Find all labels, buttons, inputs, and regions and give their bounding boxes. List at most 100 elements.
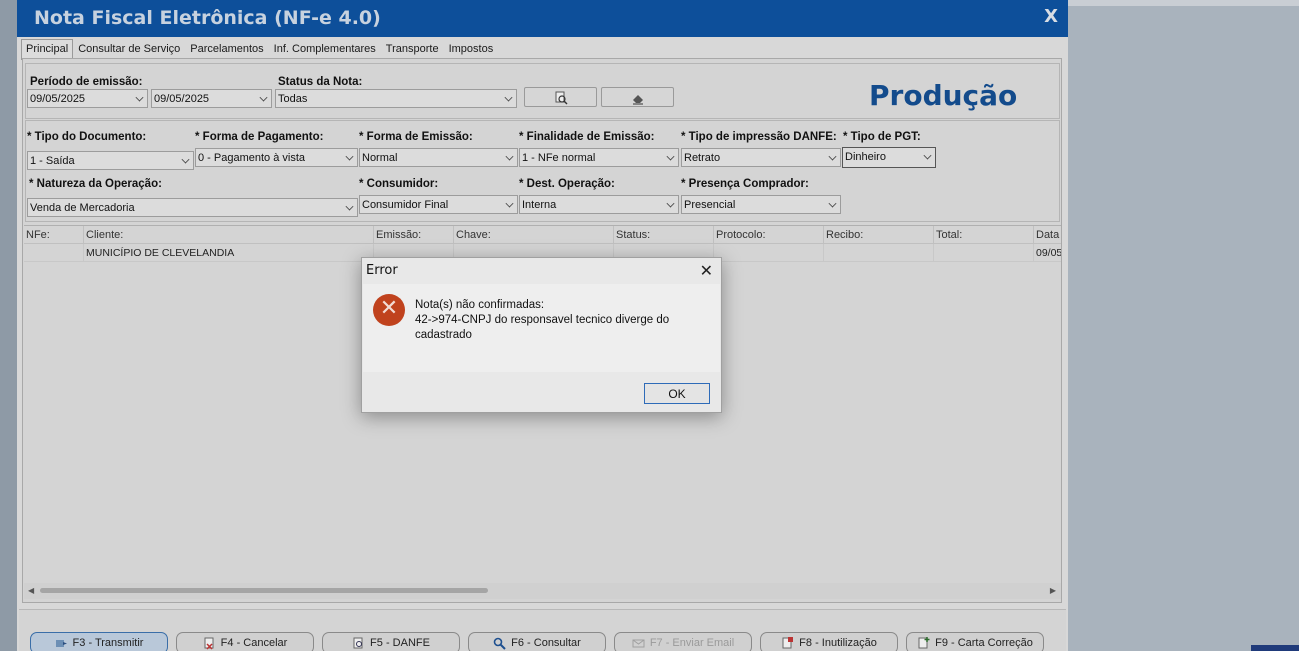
- status-value: Todas: [278, 93, 308, 105]
- ambiente-label: Produção: [869, 79, 1018, 112]
- scroll-thumb[interactable]: [40, 588, 488, 593]
- periodo-label: Período de emissão:: [30, 76, 143, 88]
- data-fim-value: 09/05/2025: [154, 93, 210, 105]
- natureza-value: Venda de Mercadoria: [30, 202, 135, 214]
- consumidor-select[interactable]: Consumidor Final: [359, 195, 518, 214]
- inutilizacao-button[interactable]: F8 - Inutilização: [760, 632, 898, 651]
- forma-emissao-label: * Forma de Emissão:: [359, 131, 473, 143]
- horizontal-scrollbar[interactable]: ◀ ▶: [24, 583, 1061, 599]
- forma-emissao-select[interactable]: Normal: [359, 148, 518, 167]
- tipo-pgt-value: Dinheiro: [845, 151, 886, 163]
- dest-operacao-select[interactable]: Interna: [519, 195, 679, 214]
- tipo-impressao-value: Retrato: [684, 152, 721, 164]
- data-inicio-picker[interactable]: 09/05/2025: [27, 89, 148, 108]
- table-cell[interactable]: [934, 244, 1034, 262]
- dest-operacao-value: Interna: [522, 199, 557, 211]
- footer-toolbar: F3 - Transmitir F4 - Cancelar F5 - DANFE…: [19, 609, 1066, 651]
- scroll-right-icon[interactable]: ▶: [1050, 586, 1056, 595]
- message-line: Nota(s) não confirmadas:: [415, 299, 545, 311]
- email-icon: [632, 639, 645, 647]
- tab-bar: Principal Consultar de Serviço Parcelame…: [21, 39, 499, 60]
- tab-principal[interactable]: Principal: [21, 39, 74, 60]
- transmitir-button[interactable]: F3 - Transmitir: [30, 632, 168, 651]
- cancel-doc-icon: [204, 637, 214, 650]
- chevron-down-icon: [259, 93, 268, 102]
- tab-inf-complementares[interactable]: Inf. Complementares: [269, 39, 381, 58]
- document-block-icon: [782, 636, 794, 648]
- table-cell[interactable]: [824, 244, 934, 262]
- status-label: Status da Nota:: [278, 76, 363, 88]
- finalidade-label: * Finalidade de Emissão:: [519, 131, 655, 143]
- search-icon: [555, 91, 567, 105]
- desktop-background: [1068, 0, 1299, 651]
- dest-operacao-label: * Dest. Operação:: [519, 178, 615, 190]
- chevron-down-icon: [505, 152, 514, 161]
- natureza-label: * Natureza da Operação:: [29, 178, 162, 190]
- col-cliente[interactable]: Cliente:: [84, 226, 374, 244]
- col-data[interactable]: Data: [1034, 226, 1061, 244]
- col-chave[interactable]: Chave:: [454, 226, 614, 244]
- tab-impostos[interactable]: Impostos: [444, 39, 499, 58]
- error-x-icon: ✕: [373, 294, 405, 326]
- data-fim-picker[interactable]: 09/05/2025: [151, 89, 272, 108]
- forma-pagamento-label: * Forma de Pagamento:: [195, 131, 324, 143]
- clear-filter-button[interactable]: [601, 87, 674, 107]
- chevron-down-icon: [345, 202, 354, 211]
- tab-consultar-servico[interactable]: Consultar de Serviço: [73, 39, 185, 58]
- col-recibo[interactable]: Recibo:: [824, 226, 934, 244]
- forma-emissao-value: Normal: [362, 152, 398, 164]
- col-protocolo[interactable]: Protocolo:: [714, 226, 824, 244]
- tipo-impressao-label: * Tipo de impressão DANFE:: [681, 131, 837, 143]
- tipo-pgt-label: * Tipo de PGT:: [843, 131, 921, 143]
- title-bar: Nota Fiscal Eletrônica (NF-e 4.0) X: [17, 0, 1068, 37]
- natureza-select[interactable]: Venda de Mercadoria: [27, 198, 358, 217]
- table-cell[interactable]: 09/05: [1034, 244, 1061, 262]
- col-emissao[interactable]: Emissão:: [374, 226, 454, 244]
- presenca-value: Presencial: [684, 199, 736, 211]
- document-search-icon: [353, 637, 363, 648]
- desktop-top-strip: [1068, 0, 1299, 6]
- chevron-down-icon: [828, 152, 837, 161]
- tipo-pgt-select[interactable]: Dinheiro: [842, 147, 936, 168]
- presenca-label: * Presença Comprador:: [681, 178, 809, 190]
- chevron-down-icon: [135, 93, 144, 102]
- tipo-impressao-select[interactable]: Retrato: [681, 148, 841, 167]
- finalidade-value: 1 - NFe normal: [522, 152, 596, 164]
- consumidor-label: * Consumidor:: [359, 178, 439, 190]
- close-icon[interactable]: ✕: [700, 261, 713, 281]
- chevron-down-icon: [666, 152, 675, 161]
- consultar-button[interactable]: F6 - Consultar: [468, 632, 606, 651]
- finalidade-select[interactable]: 1 - NFe normal: [519, 148, 679, 167]
- col-total[interactable]: Total:: [934, 226, 1034, 244]
- carta-correcao-button[interactable]: F9 - Carta Correção: [906, 632, 1044, 651]
- message-line: cadastrado: [415, 329, 472, 341]
- document-add-icon: [918, 636, 930, 648]
- window-title: Nota Fiscal Eletrônica (NF-e 4.0): [34, 7, 381, 29]
- tipo-documento-select[interactable]: 1 - Saída: [27, 151, 194, 170]
- carta-correcao-label: F9 - Carta Correção: [935, 637, 1033, 649]
- table-cell[interactable]: [714, 244, 824, 262]
- status-select[interactable]: Todas: [275, 89, 517, 108]
- col-nfe[interactable]: NFe:: [24, 226, 84, 244]
- table-cell[interactable]: MUNICÍPIO DE CLEVELANDIA: [84, 244, 374, 262]
- close-window-button[interactable]: X: [1044, 6, 1058, 27]
- transmit-icon: [55, 639, 67, 647]
- enviar-email-button[interactable]: F7 - Enviar Email: [614, 632, 752, 651]
- dialog-message: Nota(s) não confirmadas: 42->974-CNPJ do…: [415, 298, 715, 343]
- col-status[interactable]: Status:: [614, 226, 714, 244]
- scroll-left-icon[interactable]: ◀: [28, 586, 34, 595]
- enviar-email-label: F7 - Enviar Email: [649, 637, 735, 649]
- forma-pagamento-select[interactable]: 0 - Pagamento à vista: [195, 148, 358, 167]
- chevron-down-icon: [505, 199, 514, 208]
- consumidor-value: Consumidor Final: [362, 199, 449, 211]
- danfe-button[interactable]: F5 - DANFE: [322, 632, 460, 651]
- cancelar-button[interactable]: F4 - Cancelar: [176, 632, 314, 651]
- chevron-down-icon: [828, 199, 837, 208]
- presenca-select[interactable]: Presencial: [681, 195, 841, 214]
- tipo-documento-label: * Tipo do Documento:: [27, 131, 147, 143]
- tab-transporte[interactable]: Transporte: [381, 39, 444, 58]
- table-cell[interactable]: [24, 244, 84, 262]
- ok-button[interactable]: OK: [644, 383, 710, 404]
- search-button[interactable]: [524, 87, 597, 107]
- tab-parcelamentos[interactable]: Parcelamentos: [185, 39, 268, 58]
